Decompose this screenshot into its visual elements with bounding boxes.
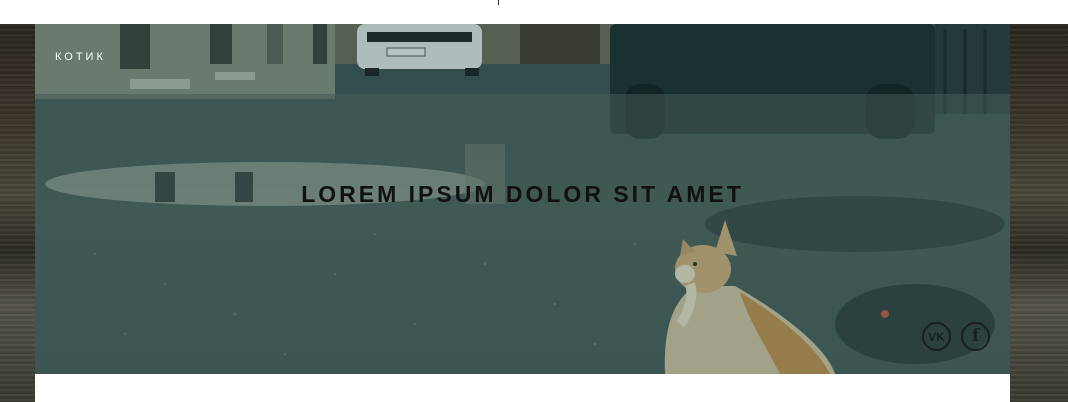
content-area — [35, 374, 1010, 402]
background-photo-left-edge — [0, 24, 35, 402]
social-links: VK f — [922, 322, 990, 351]
vk-link-button[interactable]: VK — [922, 322, 951, 351]
hero-headline: LOREM IPSUM DOLOR SIT AMET — [301, 181, 744, 207]
background-photo-right-edge — [1010, 24, 1068, 402]
facebook-link-button[interactable]: f — [961, 322, 990, 351]
facebook-icon: f — [971, 326, 980, 346]
vk-icon: VK — [928, 329, 945, 344]
page: КОТИК LOREM IPSUM DOLOR SIT AMET VK f — [0, 0, 1068, 402]
hero-banner: КОТИК LOREM IPSUM DOLOR SIT AMET VK f — [35, 24, 1010, 374]
site-logo[interactable]: КОТИК — [55, 51, 106, 63]
top-divider-mark — [498, 0, 499, 5]
